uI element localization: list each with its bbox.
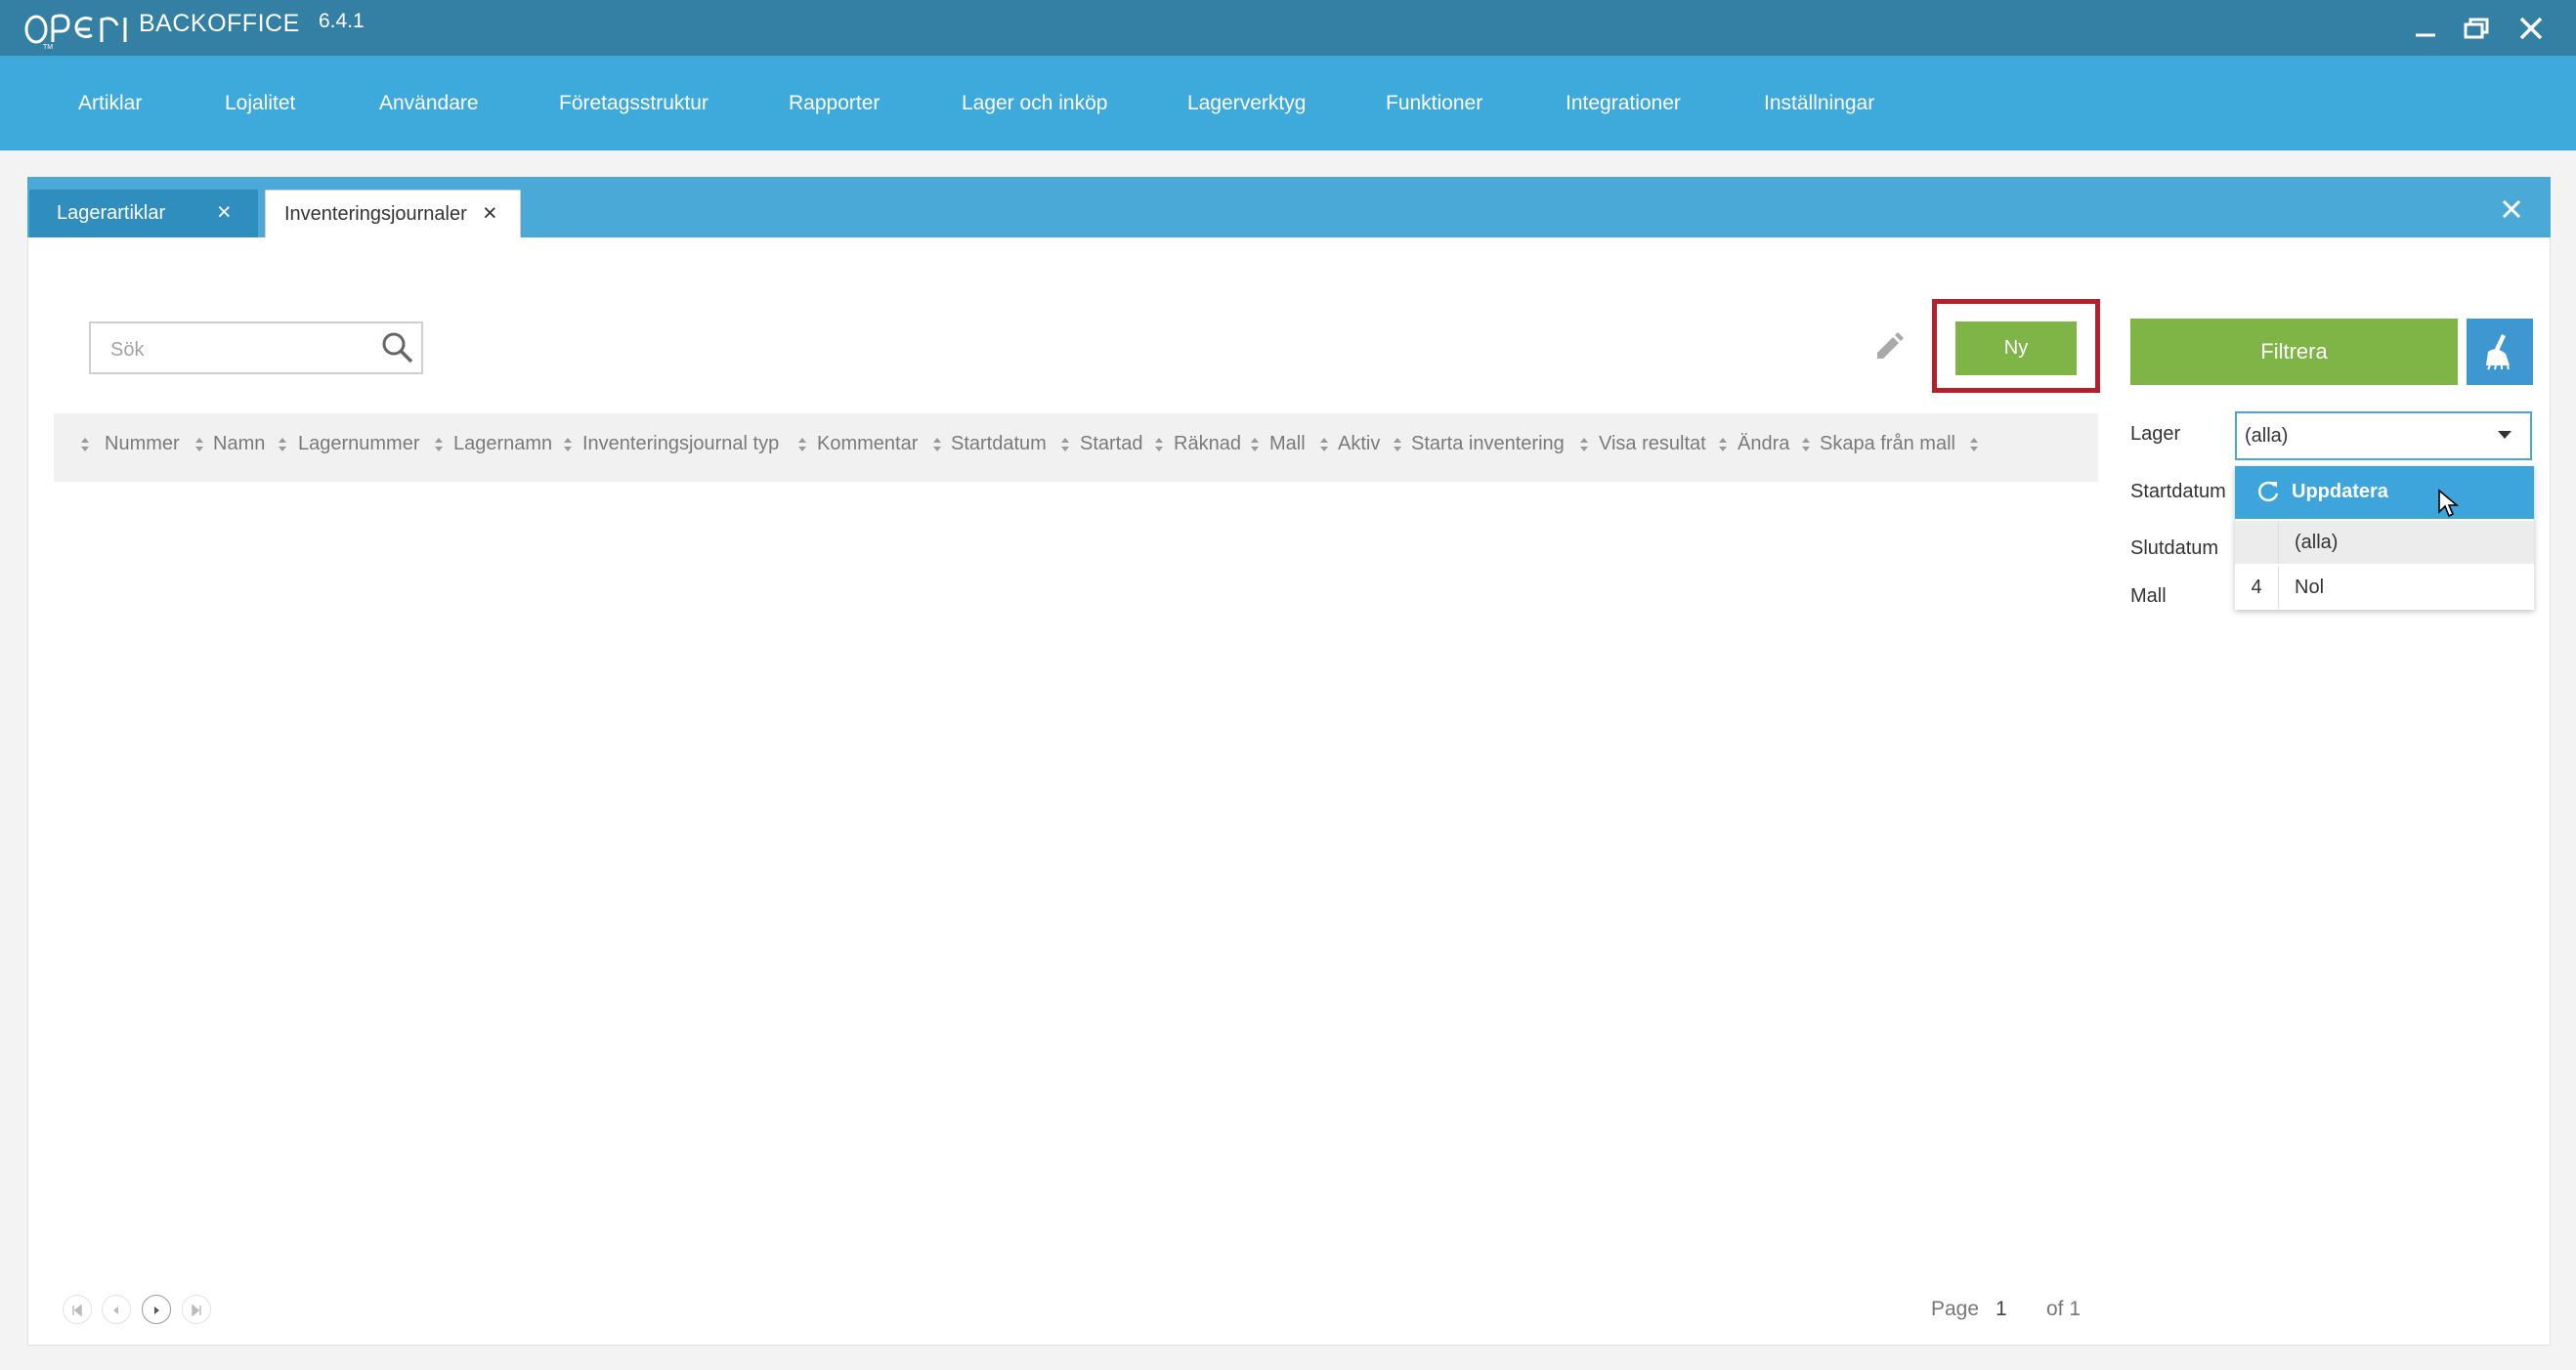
- sort-icon[interactable]: [1800, 434, 1812, 455]
- close-icon[interactable]: [2512, 12, 2551, 45]
- chevron-down-icon[interactable]: [2497, 430, 2512, 440]
- prev-page-button[interactable]: [102, 1295, 131, 1324]
- sort-icon[interactable]: [931, 434, 943, 455]
- dropdown-option[interactable]: (alla): [2235, 521, 2534, 564]
- nav-item-lager-och-inkop[interactable]: Lager och inköp: [962, 92, 1107, 115]
- nav-item-integrationer[interactable]: Integrationer: [1566, 92, 1681, 115]
- page-total: of 1: [2046, 1298, 2082, 1320]
- tab-inventeringsjournaler[interactable]: Inventeringsjournaler ×: [265, 190, 521, 237]
- nav-item-anvandare[interactable]: Användare: [379, 92, 479, 115]
- restore-icon[interactable]: [2457, 12, 2496, 45]
- search-icon[interactable]: [380, 330, 415, 365]
- search-box: [89, 321, 423, 374]
- option-name: Nol: [2295, 577, 2325, 598]
- column-header-namn[interactable]: Namn: [213, 433, 265, 455]
- sort-icon[interactable]: [1578, 434, 1590, 455]
- nav-item-artiklar[interactable]: Artiklar: [78, 92, 142, 115]
- sort-icon[interactable]: [1968, 434, 1980, 455]
- mouse-cursor-icon: [2438, 489, 2459, 518]
- lager-select[interactable]: (alla): [2235, 411, 2532, 460]
- column-header-lagernummer[interactable]: Lagernummer: [298, 433, 420, 455]
- filter-label-startdatum: Startdatum: [2130, 481, 2226, 502]
- column-header-andra[interactable]: Ändra: [1738, 433, 1789, 455]
- next-page-button[interactable]: [142, 1295, 171, 1324]
- tab-label: Inventeringsjournaler: [284, 203, 467, 225]
- column-header-aktiv[interactable]: Aktiv: [1338, 433, 1380, 455]
- tab-lagerartiklar[interactable]: Lagerartiklar ×: [29, 190, 258, 237]
- sort-icon[interactable]: [79, 434, 91, 455]
- first-page-button[interactable]: [63, 1295, 92, 1324]
- column-header-visa-resultat[interactable]: Visa resultat: [1599, 433, 1706, 455]
- minimize-icon[interactable]: [2406, 12, 2445, 45]
- search-input[interactable]: [108, 335, 357, 364]
- nav-item-lagerverktyg[interactable]: Lagerverktyg: [1187, 92, 1306, 115]
- refresh-icon: [2257, 481, 2279, 502]
- sort-icon[interactable]: [277, 434, 288, 455]
- column-header-lagernamn[interactable]: Lagernamn: [453, 433, 552, 455]
- sort-icon[interactable]: [193, 434, 205, 455]
- sort-icon[interactable]: [1153, 434, 1165, 455]
- filter-label-slutdatum: Slutdatum: [2130, 537, 2219, 559]
- next-page-icon: [154, 1306, 159, 1314]
- sort-icon[interactable]: [1249, 434, 1261, 455]
- column-header-starta-inventering[interactable]: Starta inventering: [1411, 433, 1565, 455]
- nav-item-rapporter[interactable]: Rapporter: [789, 92, 880, 115]
- first-page-icon: [72, 1305, 82, 1316]
- dropdown-option[interactable]: 4 Nol: [2235, 566, 2534, 609]
- refresh-label: Uppdatera: [2292, 481, 2388, 502]
- column-header-raknad[interactable]: Räknad: [1174, 433, 1241, 455]
- close-panel-icon[interactable]: [2494, 192, 2529, 227]
- filter-label-mall: Mall: [2130, 585, 2167, 607]
- svg-text:TM: TM: [43, 44, 53, 51]
- option-name: (alla): [2295, 532, 2339, 553]
- column-header-mall[interactable]: Mall: [1269, 433, 1306, 455]
- sort-icon[interactable]: [1392, 434, 1403, 455]
- filter-button[interactable]: Filtrera: [2130, 319, 2458, 385]
- clear-filter-button[interactable]: [2467, 319, 2533, 385]
- sort-icon[interactable]: [562, 434, 574, 455]
- nav-item-installningar[interactable]: Inställningar: [1764, 92, 1874, 115]
- column-header-inventeringsjournal-typ[interactable]: Inventeringsjournal typ: [582, 433, 779, 455]
- lager-select-value: (alla): [2245, 425, 2289, 447]
- edit-icon[interactable]: [1869, 329, 1907, 366]
- column-header-skapa-fran-mall[interactable]: Skapa från mall: [1820, 433, 1955, 455]
- column-header-startdatum[interactable]: Startdatum: [951, 433, 1047, 455]
- prev-page-icon: [113, 1306, 118, 1314]
- nav-item-funktioner[interactable]: Funktioner: [1386, 92, 1482, 115]
- sort-icon[interactable]: [433, 434, 445, 455]
- column-header-nummer[interactable]: Nummer: [105, 433, 180, 455]
- tab-label: Lagerartiklar: [57, 202, 166, 224]
- new-button[interactable]: Ny: [1955, 321, 2077, 375]
- broom-icon: [2486, 334, 2510, 370]
- nav-item-lojalitet[interactable]: Lojalitet: [225, 92, 295, 115]
- page-number[interactable]: 1: [1996, 1298, 2007, 1321]
- last-page-icon: [192, 1305, 201, 1316]
- option-number: [2235, 521, 2279, 564]
- filter-label-lager: Lager: [2130, 423, 2181, 445]
- page-label: Page: [1931, 1298, 1980, 1320]
- nav-item-foretagsstruktur[interactable]: Företagsstruktur: [559, 92, 708, 115]
- option-number: 4: [2235, 566, 2279, 609]
- sort-icon[interactable]: [1717, 434, 1729, 455]
- title-bar: [0, 0, 2576, 56]
- app-name: BACKOFFICE: [139, 10, 300, 37]
- sort-icon[interactable]: [1318, 434, 1330, 455]
- column-header-startad[interactable]: Startad: [1080, 433, 1142, 455]
- sort-icon[interactable]: [796, 434, 808, 455]
- app-version: 6.4.1: [319, 10, 365, 32]
- sort-icon[interactable]: [1059, 434, 1071, 455]
- last-page-button[interactable]: [182, 1295, 211, 1324]
- open-logo: TM: [24, 14, 127, 51]
- column-header-kommentar[interactable]: Kommentar: [817, 433, 918, 455]
- tab-close-icon[interactable]: ×: [483, 201, 497, 226]
- tab-close-icon[interactable]: ×: [217, 200, 232, 225]
